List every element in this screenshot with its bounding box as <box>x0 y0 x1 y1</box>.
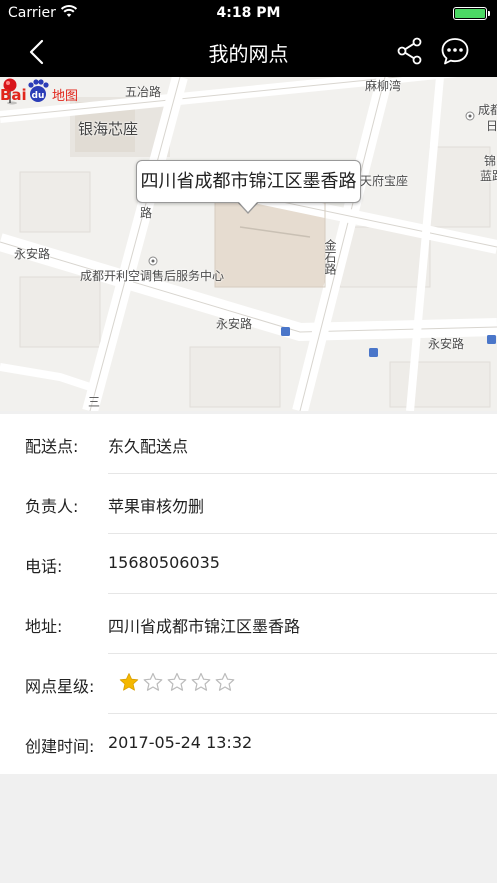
row-value: 东久配送点 <box>108 437 189 456</box>
star-empty-icon <box>143 672 163 691</box>
row-label: 创建时间: <box>25 737 95 756</box>
map-label: 永安路 <box>428 337 465 351</box>
info-row-address: 地址: 四川省成都市锦江区墨香路 <box>0 594 497 654</box>
map-label: 天府宝座 <box>360 174 409 188</box>
row-label: 负责人: <box>25 497 79 516</box>
row-value: 四川省成都市锦江区墨香路 <box>108 617 301 636</box>
map-label: 五冶路 <box>125 85 162 99</box>
map-label: 蓝路 <box>480 169 497 183</box>
row-label: 电话: <box>25 557 63 576</box>
star-rating <box>119 672 239 694</box>
info-row-created-time: 创建时间: 2017-05-24 13:32 <box>0 714 497 774</box>
info-row-phone: 电话: 15680506035 <box>0 534 497 594</box>
callout-tail <box>238 201 258 212</box>
info-row-rating: 网点星级: <box>0 654 497 714</box>
nav-bar: 我的网点 <box>0 27 497 77</box>
map-label: 银海芯座 <box>78 120 139 138</box>
map-label: 路 <box>140 206 153 220</box>
share-icon[interactable] <box>396 37 424 65</box>
svg-text:Bai: Bai <box>0 86 27 104</box>
star-empty-icon <box>215 672 235 691</box>
row-label: 配送点: <box>25 437 79 456</box>
status-bar: Carrier 4:18 PM <box>0 0 497 27</box>
row-label: 网点星级: <box>25 677 95 696</box>
battery-icon <box>453 7 490 20</box>
chat-bubble-icon[interactable] <box>440 36 470 66</box>
map-label: 三 <box>88 395 101 409</box>
row-value: 2017-05-24 13:32 <box>108 733 253 752</box>
info-panel: 配送点: 东久配送点 负责人: 苹果审核勿删 电话: 15680506035 地… <box>0 414 497 774</box>
map-label: 成都开利空调售后服务中心 <box>80 269 225 283</box>
map-background <box>0 77 497 411</box>
map-label: 永安路 <box>14 247 51 261</box>
map-view[interactable]: 五冶路 麻柳湾 银海芯座 成都 日 天府宝座 锦 蓝路 路 永安路 成都开利空调… <box>0 77 497 411</box>
map-label: 成都 <box>478 103 497 117</box>
map-label: 永安路 <box>216 317 253 331</box>
map-callout[interactable]: 四川省成都市锦江区墨香路 <box>136 160 361 203</box>
svg-text:du: du <box>32 91 45 101</box>
svg-text:地图: 地图 <box>52 89 78 104</box>
clock: 4:18 PM <box>216 5 281 21</box>
star-empty-icon <box>167 672 187 691</box>
row-value: 苹果审核勿删 <box>108 497 205 516</box>
star-filled-icon <box>119 673 139 691</box>
star-empty-icon <box>191 672 211 691</box>
map-label: 日 <box>486 119 497 133</box>
row-label: 地址: <box>25 617 63 636</box>
phone-value[interactable]: 15680506035 <box>108 553 220 572</box>
baidu-logo: Bai du 地图 <box>0 79 78 104</box>
info-row-delivery-point: 配送点: 东久配送点 <box>0 414 497 474</box>
map-label: 金石路 <box>323 239 337 275</box>
info-row-manager: 负责人: 苹果审核勿删 <box>0 474 497 534</box>
map-label: 麻柳湾 <box>365 79 402 93</box>
